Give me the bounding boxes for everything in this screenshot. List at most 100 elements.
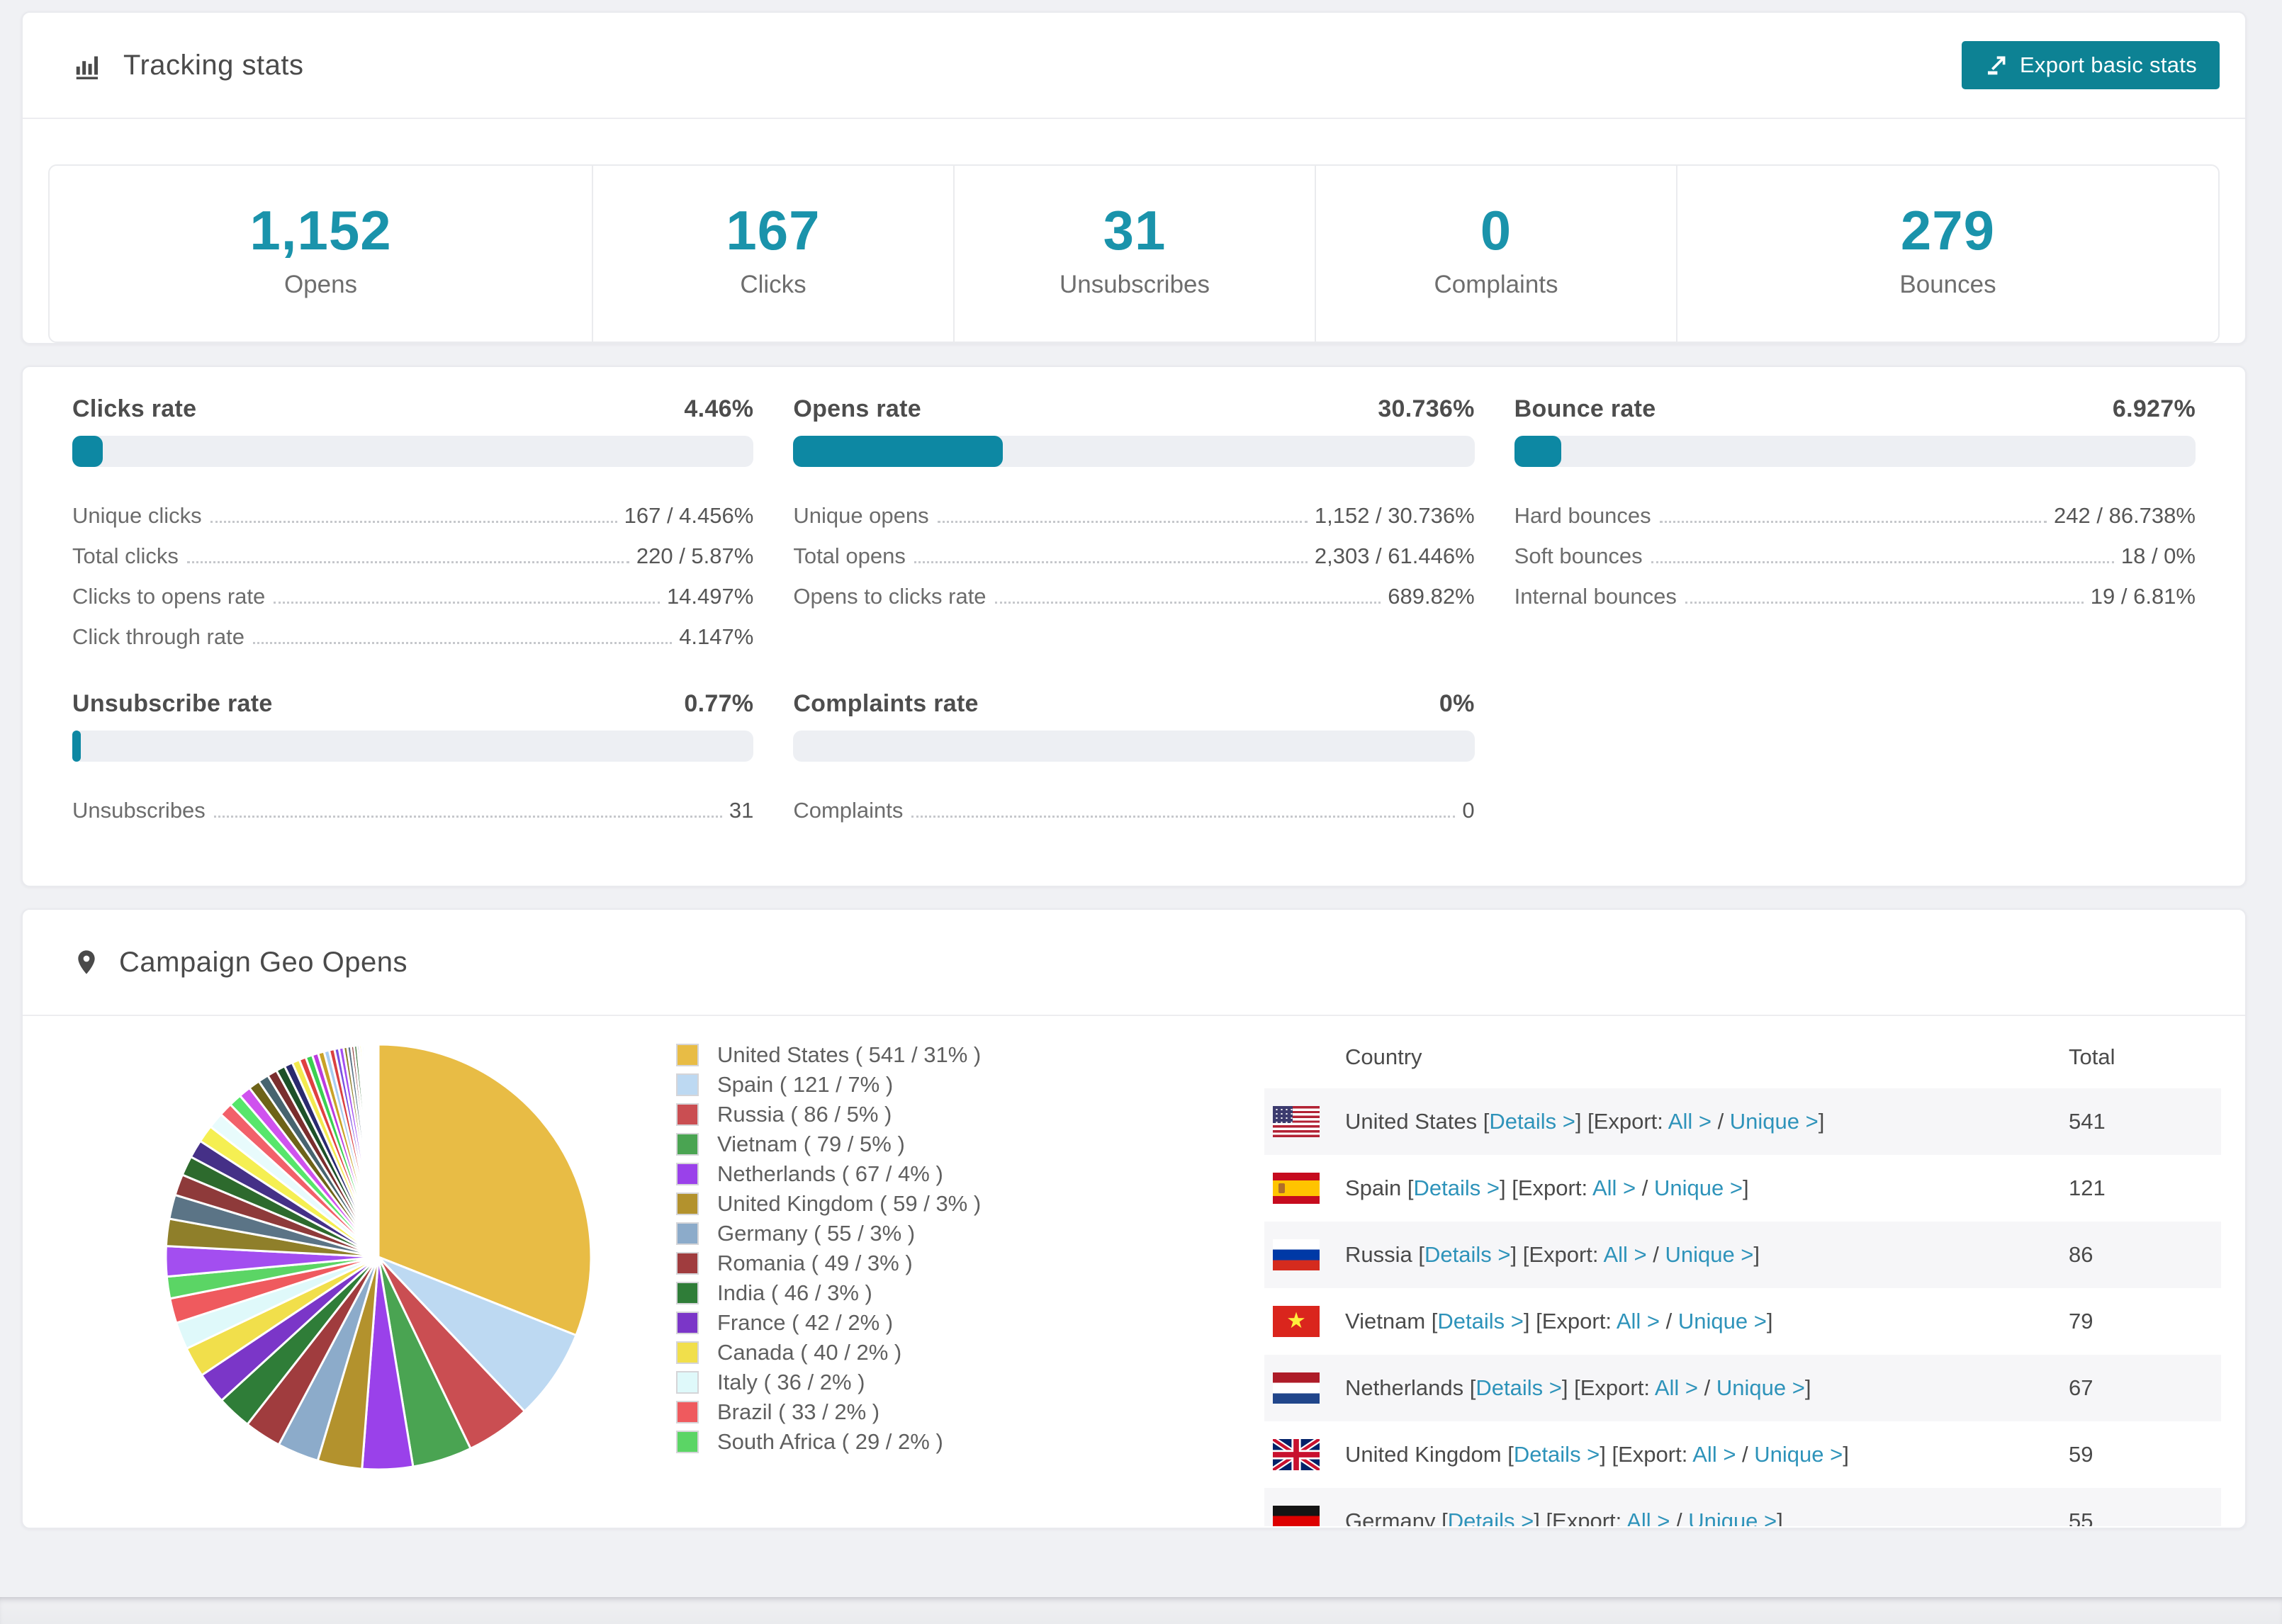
slash: /	[1660, 1309, 1678, 1334]
legend-item-brazil: Brazil ( 33 / 2% )	[676, 1397, 1172, 1427]
country-text: Netherlands [Details >] [Export: All > /…	[1345, 1375, 1811, 1401]
bracket: ] [Export:	[1561, 1375, 1655, 1401]
rate-block-complaints-rate: Complaints rate 0% Complaints 0	[793, 690, 1475, 824]
rate-block-clicks-rate: Clicks rate 4.46% Unique clicks 167 / 4.…	[72, 395, 754, 650]
dotted-leader	[937, 521, 1308, 524]
rate-metric-value: 689.82%	[1388, 584, 1475, 609]
rate-progress-fill	[72, 731, 81, 762]
details-link[interactable]: Details >	[1476, 1375, 1561, 1400]
rate-head: Complaints rate 0%	[793, 690, 1474, 718]
details-link[interactable]: Details >	[1424, 1242, 1510, 1267]
legend-label: Canada ( 40 / 2% )	[717, 1340, 902, 1365]
legend-swatch	[676, 1341, 699, 1365]
slash: /	[1711, 1109, 1730, 1134]
rate-value: 0%	[1439, 690, 1475, 718]
rate-head: Clicks rate 4.46%	[72, 395, 753, 423]
stat-value: 0	[1480, 199, 1512, 261]
export-all-link[interactable]: All >	[1617, 1309, 1660, 1333]
export-all-link[interactable]: All >	[1655, 1375, 1698, 1400]
rate-metric-label: Total clicks	[72, 543, 179, 569]
table-row-united-kingdom: United Kingdom [Details >] [Export: All …	[1264, 1421, 2221, 1488]
slash: /	[1698, 1375, 1716, 1401]
rate-rows: Unique opens 1,152 / 30.736% Total opens…	[793, 502, 1474, 610]
rate-progress-fill	[793, 436, 1003, 468]
stat-value: 31	[1103, 199, 1167, 261]
country-text: Russia [Details >] [Export: All > / Uniq…	[1345, 1242, 1760, 1268]
export-all-link[interactable]: All >	[1603, 1242, 1646, 1267]
legend-item-vietnam: Vietnam ( 79 / 5% )	[676, 1129, 1172, 1159]
tracking-stats-header: Tracking stats Export basic stats	[23, 13, 2245, 118]
legend-item-united-states: United States ( 541 / 31% )	[676, 1040, 1172, 1070]
export-unique-link[interactable]: Unique >	[1754, 1442, 1843, 1467]
bar-chart-icon	[72, 49, 105, 81]
bracket: [	[1418, 1242, 1424, 1268]
legend-swatch	[676, 1073, 699, 1097]
flag-es-icon	[1273, 1173, 1320, 1205]
dotted-leader	[252, 642, 673, 645]
rate-progress-bar	[793, 731, 1475, 762]
dotted-leader	[210, 521, 617, 524]
rate-head: Opens rate 30.736%	[793, 395, 1474, 423]
geo-legend: United States ( 541 / 31% ) Spain ( 121 …	[676, 1026, 1172, 1457]
legend-label: Vietnam ( 79 / 5% )	[717, 1132, 905, 1157]
legend-swatch	[676, 1222, 699, 1246]
bracket: ] [Export:	[1575, 1109, 1668, 1134]
details-link[interactable]: Details >	[1448, 1509, 1534, 1526]
rate-metric-row: Unsubscribes 31	[72, 797, 753, 824]
export-all-link[interactable]: All >	[1692, 1442, 1736, 1467]
details-link[interactable]: Details >	[1489, 1109, 1575, 1134]
export-unique-link[interactable]: Unique >	[1730, 1109, 1819, 1134]
country-cell: Vietnam [Details >] [Export: All > / Uni…	[1264, 1306, 2069, 1338]
export-unique-link[interactable]: Unique >	[1688, 1509, 1777, 1526]
total-cell: 55	[2069, 1509, 2093, 1527]
legend-item-germany: Germany ( 55 / 3% )	[676, 1219, 1172, 1248]
details-link[interactable]: Details >	[1437, 1309, 1523, 1333]
export-all-link[interactable]: All >	[1626, 1509, 1670, 1526]
stat-label: Clicks	[740, 271, 806, 299]
country-cell: Russia [Details >] [Export: All > / Uniq…	[1264, 1239, 2069, 1271]
export-basic-stats-button[interactable]: Export basic stats	[1961, 41, 2220, 89]
export-unique-link[interactable]: Unique >	[1716, 1375, 1805, 1400]
details-link[interactable]: Details >	[1514, 1442, 1600, 1467]
country-cell: United States [Details >] [Export: All >…	[1264, 1106, 2069, 1138]
country-cell: Netherlands [Details >] [Export: All > /…	[1264, 1372, 2069, 1404]
total-cell: 79	[2069, 1309, 2093, 1334]
legend-swatch	[676, 1371, 699, 1394]
rate-metric-row: Soft bounces 18 / 0%	[1514, 543, 2196, 570]
rate-title: Bounce rate	[1514, 395, 1656, 423]
export-unique-link[interactable]: Unique >	[1678, 1309, 1767, 1333]
dotted-leader	[213, 816, 722, 818]
export-all-link[interactable]: All >	[1592, 1175, 1636, 1200]
rate-title: Unsubscribe rate	[72, 690, 273, 718]
summary-stats-row: 1,152 Opens 167 Clicks 31 Unsubscribes 0…	[48, 164, 2220, 344]
total-header: Total	[2069, 1044, 2115, 1070]
legend-item-south-africa: South Africa ( 29 / 2% )	[676, 1427, 1172, 1457]
rate-value: 30.736%	[1378, 395, 1475, 423]
flag-de-icon	[1273, 1506, 1320, 1527]
rate-title: Opens rate	[793, 395, 921, 423]
rate-metric-label: Total opens	[793, 543, 906, 569]
rate-metric-value: 31	[729, 798, 754, 823]
rate-metric-label: Internal bounces	[1514, 584, 1677, 609]
geo-table-header: Country Total	[1264, 1026, 2221, 1088]
country-cell: Germany [Details >] [Export: All > / Uni…	[1264, 1506, 2069, 1527]
bracket: ]	[1766, 1309, 1773, 1334]
rate-metric-label: Opens to clicks rate	[793, 584, 987, 609]
table-row-netherlands: Netherlands [Details >] [Export: All > /…	[1264, 1355, 2221, 1422]
geo-table: Country Total United States [Details >] …	[1264, 1026, 2221, 1527]
export-button-label: Export basic stats	[2019, 52, 2197, 77]
export-unique-link[interactable]: Unique >	[1654, 1175, 1743, 1200]
rate-rows: Complaints 0	[793, 797, 1474, 824]
export-unique-link[interactable]: Unique >	[1665, 1242, 1753, 1267]
rate-metric-value: 1,152 / 30.736%	[1314, 503, 1475, 529]
details-link[interactable]: Details >	[1414, 1175, 1500, 1200]
table-row-united-states: United States [Details >] [Export: All >…	[1264, 1088, 2221, 1156]
legend-label: Romania ( 49 / 3% )	[717, 1251, 913, 1276]
tracking-stats-card: Tracking stats Export basic stats 1,152 …	[21, 11, 2247, 345]
dotted-leader	[186, 561, 629, 564]
export-all-link[interactable]: All >	[1668, 1109, 1712, 1134]
bracket: ]	[1753, 1242, 1760, 1268]
bracket: [	[1507, 1442, 1514, 1467]
rate-rows: Hard bounces 242 / 86.738% Soft bounces …	[1514, 502, 2196, 610]
rate-head: Bounce rate 6.927%	[1514, 395, 2196, 423]
